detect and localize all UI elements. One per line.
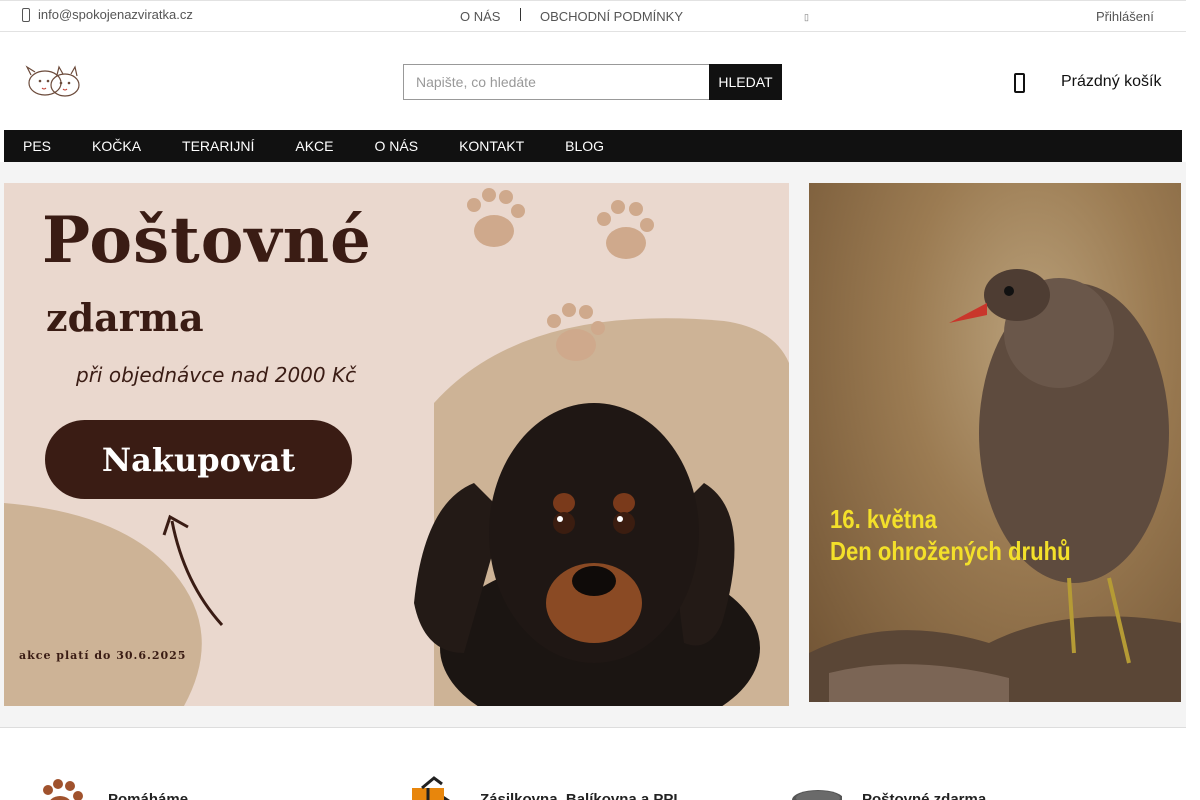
search-button[interactable]: HLEDAT — [709, 64, 782, 100]
top-bar: info@spokojenazviratka.cz O NÁS OBCHODNÍ… — [0, 0, 1186, 32]
feature-title: Poštovné zdarma — [862, 791, 987, 800]
header: HLEDAT Prázdný košík — [0, 33, 1186, 130]
top-divider — [520, 8, 521, 21]
feature-delivery: Zásilkovna, Balíkovna a PPL — [408, 776, 683, 800]
paw-icon — [43, 779, 83, 800]
truck-icon — [792, 790, 842, 800]
promo-banner-shipping[interactable]: Poštovné zdarma při objednávce nad 2000 … — [4, 183, 789, 706]
search-bar: HLEDAT — [403, 64, 782, 100]
nav-item-o-nas[interactable]: O NÁS — [375, 138, 419, 154]
banner-right-text: 16. května Den ohrožených druhů — [830, 503, 1071, 567]
banner-subtitle: zdarma — [46, 295, 204, 340]
nav-item-terarijni[interactable]: TERARIJNÍ — [182, 138, 254, 154]
login-link[interactable]: Přihlášení — [1096, 9, 1154, 24]
site-logo[interactable] — [23, 61, 85, 101]
page: info@spokojenazviratka.cz O NÁS OBCHODNÍ… — [0, 0, 1200, 800]
package-icon — [412, 776, 450, 800]
contact-email[interactable]: info@spokojenazviratka.cz — [22, 7, 193, 22]
feature-title: Pomáháme — [108, 791, 189, 800]
dropdown-icon[interactable]: ▯ — [804, 12, 809, 23]
feature-free-shipping: Poštovné zdarma — [790, 776, 986, 800]
nav-item-kontakt[interactable]: KONTAKT — [459, 138, 524, 154]
cart-icon[interactable] — [1014, 73, 1025, 93]
banner-area: Poštovné zdarma při objednávce nad 2000 … — [0, 162, 1186, 728]
nav-item-akce[interactable]: AKCE — [295, 138, 333, 154]
search-input[interactable] — [403, 64, 709, 100]
nav-item-kocka[interactable]: KOČKA — [92, 138, 141, 154]
banner-right-date: 16. května — [830, 504, 937, 534]
shop-now-button[interactable]: Nakupovat — [45, 420, 352, 499]
phone-icon — [22, 7, 30, 22]
banner-right-caption: Den ohrožených druhů — [830, 536, 1071, 566]
nav-item-pes[interactable]: PES — [23, 138, 51, 154]
nav-item-blog[interactable]: BLOG — [565, 138, 604, 154]
banner-note: při objednávce nad 2000 Kč — [76, 363, 357, 387]
cart-label[interactable]: Prázdný košík — [1061, 73, 1161, 91]
bird-photo — [809, 269, 1181, 702]
feature-helping: Pomáháme — [36, 776, 188, 800]
banner-validity: akce platí do 30.6.2025 — [19, 649, 187, 662]
contact-email-text: info@spokojenazviratka.cz — [38, 7, 193, 22]
banner-title: Poštovné — [42, 203, 372, 278]
top-link-about[interactable]: O NÁS — [460, 9, 500, 24]
promo-banner-endangered-species[interactable]: 16. května Den ohrožených druhů — [809, 183, 1181, 702]
top-link-terms[interactable]: OBCHODNÍ PODMÍNKY — [540, 9, 683, 24]
feature-title: Zásilkovna, Balíkovna a PPL — [480, 791, 683, 800]
main-nav: PES KOČKA TERARIJNÍ AKCE O NÁS KONTAKT B… — [4, 130, 1182, 162]
